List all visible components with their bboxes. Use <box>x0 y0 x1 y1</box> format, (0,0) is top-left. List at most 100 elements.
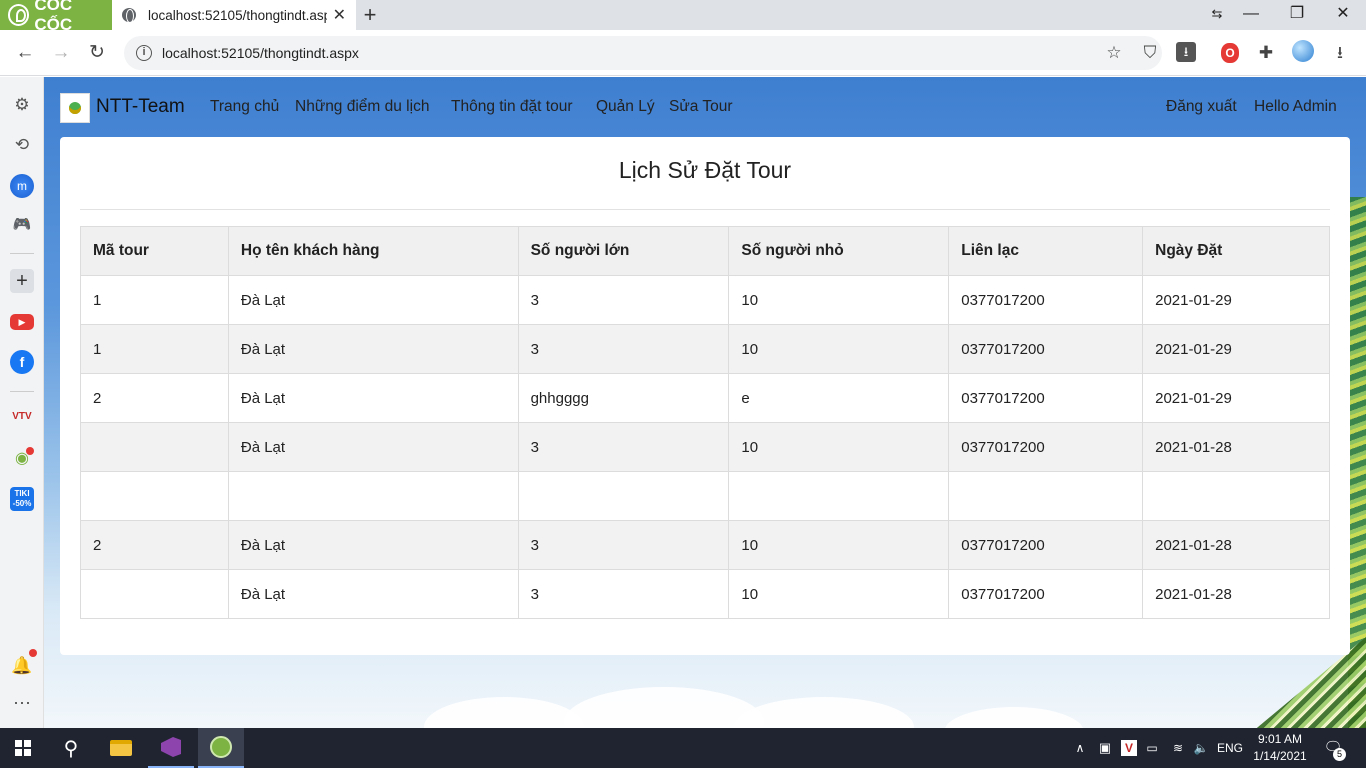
facebook-icon[interactable]: f <box>10 350 34 374</box>
file-explorer-icon[interactable] <box>98 728 144 768</box>
antivirus-tray-icon[interactable]: V <box>1120 728 1138 768</box>
cell-so-nguoi-lon: 3 <box>517 275 730 325</box>
site-brand[interactable]: NTT-Team <box>96 96 185 118</box>
cell-so-nguoi-lon <box>517 471 730 521</box>
nav-quan-ly[interactable]: Quản Lý <box>596 98 655 116</box>
history-icon[interactable]: ⟲ <box>10 133 34 157</box>
cell-so-nguoi-lon: 3 <box>517 520 730 570</box>
cell-ma-tour: 1 <box>80 275 229 325</box>
content-card: Lịch Sử Đặt Tour Mã tour Họ tên khách hà… <box>60 137 1350 655</box>
table-row: 2 Đà Lạt ghhgggg e 0377017200 2021-01-29 <box>80 373 1330 423</box>
cell-so-nguoi-lon: 3 <box>517 422 730 472</box>
visual-studio-logo-icon <box>161 737 181 757</box>
cell-ngay-dat: 2021-01-28 <box>1142 422 1330 472</box>
address-bar[interactable]: i localhost:52105/thongtindt.aspx <box>124 36 1162 70</box>
site-info-icon[interactable]: i <box>136 45 152 61</box>
nav-thong-tin-dat-tour[interactable]: Thông tin đặt tour <box>451 98 573 116</box>
adblock-extension-icon[interactable]: O <box>1221 43 1239 63</box>
new-tab-button[interactable]: + <box>360 2 380 28</box>
cell-so-nguoi-nho: 10 <box>728 520 950 570</box>
shield-icon[interactable]: ⛉ <box>1136 38 1164 68</box>
cell-ho-ten: Đà Lạt <box>227 520 519 570</box>
profile-avatar[interactable] <box>1292 40 1314 62</box>
cell-so-nguoi-lon: ghhgggg <box>517 373 730 423</box>
cell-ho-ten: Đà Lạt <box>227 422 519 472</box>
windows-taskbar: ⚲ ∧ ▣ V ▭ ≋ 🔈 ENG 9:01 AM 1/14/2021 🗨 5 <box>0 728 1366 768</box>
cell-lien-lac: 0377017200 <box>948 569 1144 619</box>
youtube-icon[interactable]: ▶ <box>10 314 34 330</box>
browser-sidebar: ⚙ ⟲ m 🎮 + ▶ f VTV ◉ TIKI -50% 🔔 ⋯ <box>0 77 44 728</box>
header-ma-tour: Mã tour <box>80 226 229 276</box>
site-navbar: NTT-Team Trang chủ Những điểm du lịch Th… <box>44 77 1366 137</box>
minimize-button[interactable]: — <box>1230 0 1272 30</box>
site-logo[interactable] <box>60 93 90 123</box>
add-sidebar-app-button[interactable]: + <box>10 269 34 293</box>
tiki-icon[interactable]: TIKI -50% <box>10 487 34 511</box>
reload-button[interactable]: ↻ <box>82 38 112 68</box>
browser-toolbar: ← → ↻ i localhost:52105/thongtindt.aspx … <box>0 30 1366 76</box>
cell-ho-ten: Đà Lạt <box>227 275 519 325</box>
windows-logo-icon <box>15 740 31 756</box>
wifi-icon[interactable]: ≋ <box>1168 728 1188 768</box>
nav-sua-tour[interactable]: Sửa Tour <box>669 98 733 116</box>
header-lien-lac: Liên lạc <box>948 226 1144 276</box>
visual-studio-icon[interactable] <box>148 728 194 768</box>
language-indicator[interactable]: ENG <box>1214 728 1246 768</box>
cell-ma-tour <box>80 569 229 619</box>
forward-button[interactable]: → <box>46 38 76 68</box>
table-row: Đà Lạt 3 10 0377017200 2021-01-28 <box>80 422 1330 472</box>
close-tab-icon[interactable]: ✕ <box>333 5 346 25</box>
cell-so-nguoi-lon: 3 <box>517 569 730 619</box>
start-button[interactable] <box>0 728 46 768</box>
save-video-icon[interactable]: ⭳ <box>1176 42 1196 62</box>
more-options-icon[interactable]: ⋯ <box>10 691 34 715</box>
table-row: 1 Đà Lạt 3 10 0377017200 2021-01-29 <box>80 275 1330 325</box>
cell-ho-ten <box>227 471 519 521</box>
cell-ma-tour <box>80 471 229 521</box>
downloads-icon[interactable]: ⭳ <box>1326 38 1354 68</box>
vtv-go-icon[interactable]: VTV <box>10 405 34 429</box>
web-page: NTT-Team Trang chủ Những điểm du lịch Th… <box>44 77 1366 728</box>
sidebar-divider <box>10 391 34 392</box>
cell-so-nguoi-nho: 10 <box>728 569 950 619</box>
clock-date: 1/14/2021 <box>1253 749 1307 763</box>
cell-lien-lac: 0377017200 <box>948 324 1144 374</box>
cell-lien-lac: 0377017200 <box>948 422 1144 472</box>
messenger-icon[interactable]: m <box>10 174 34 198</box>
bookmark-star-icon[interactable]: ☆ <box>1100 38 1128 68</box>
settings-gear-icon[interactable]: ⚙ <box>10 93 34 117</box>
coccoc-logo-icon <box>210 736 232 758</box>
url-text: localhost:52105/thongtindt.aspx <box>162 45 359 61</box>
show-hidden-icons-chevron-up-icon[interactable]: ∧ <box>1070 728 1090 768</box>
cell-ngay-dat <box>1142 471 1330 521</box>
maximize-button[interactable]: ❐ <box>1276 0 1318 30</box>
games-icon[interactable]: 🎮 <box>10 213 34 237</box>
coccoc-menu-button[interactable]: CỐC CỐC <box>0 0 112 34</box>
notifications-bell-icon[interactable]: 🔔 <box>10 654 34 678</box>
camera-tray-icon[interactable]: ▣ <box>1096 728 1114 768</box>
system-clock[interactable]: 9:01 AM 1/14/2021 <box>1244 731 1316 765</box>
header-ngay-dat: Ngày Đặt <box>1142 226 1330 276</box>
cell-lien-lac: 0377017200 <box>948 373 1144 423</box>
active-tab[interactable]: localhost:52105/thongtindt.aspx ✕ <box>112 0 356 30</box>
cell-ngay-dat: 2021-01-28 <box>1142 520 1330 570</box>
cell-ngay-dat: 2021-01-29 <box>1142 373 1330 423</box>
tab-strip: CỐC CỐC localhost:52105/thongtindt.aspx … <box>0 0 1366 34</box>
logout-link[interactable]: Đăng xuất <box>1166 98 1237 116</box>
battery-icon[interactable]: ▭ <box>1143 728 1161 768</box>
cell-ma-tour: 2 <box>80 520 229 570</box>
coccoc-taskbar-icon[interactable] <box>198 728 244 768</box>
close-window-button[interactable]: ✕ <box>1322 0 1364 30</box>
back-button[interactable]: ← <box>10 38 40 68</box>
extensions-puzzle-icon[interactable]: ✚ <box>1252 38 1280 68</box>
user-greeting[interactable]: Hello Admin <box>1254 98 1337 116</box>
search-icon[interactable]: ⚲ <box>48 728 94 768</box>
sidebar-divider <box>10 253 34 254</box>
globe-icon <box>122 8 136 23</box>
notification-count-badge: 5 <box>1333 748 1346 761</box>
tab-title: localhost:52105/thongtindt.aspx <box>148 7 327 23</box>
nav-nhung-diem-du-lich[interactable]: Những điểm du lịch <box>295 98 429 116</box>
volume-icon[interactable]: 🔈 <box>1191 728 1211 768</box>
nav-trang-chu[interactable]: Trang chủ <box>210 98 279 116</box>
coccoc-logo-icon <box>8 4 30 26</box>
